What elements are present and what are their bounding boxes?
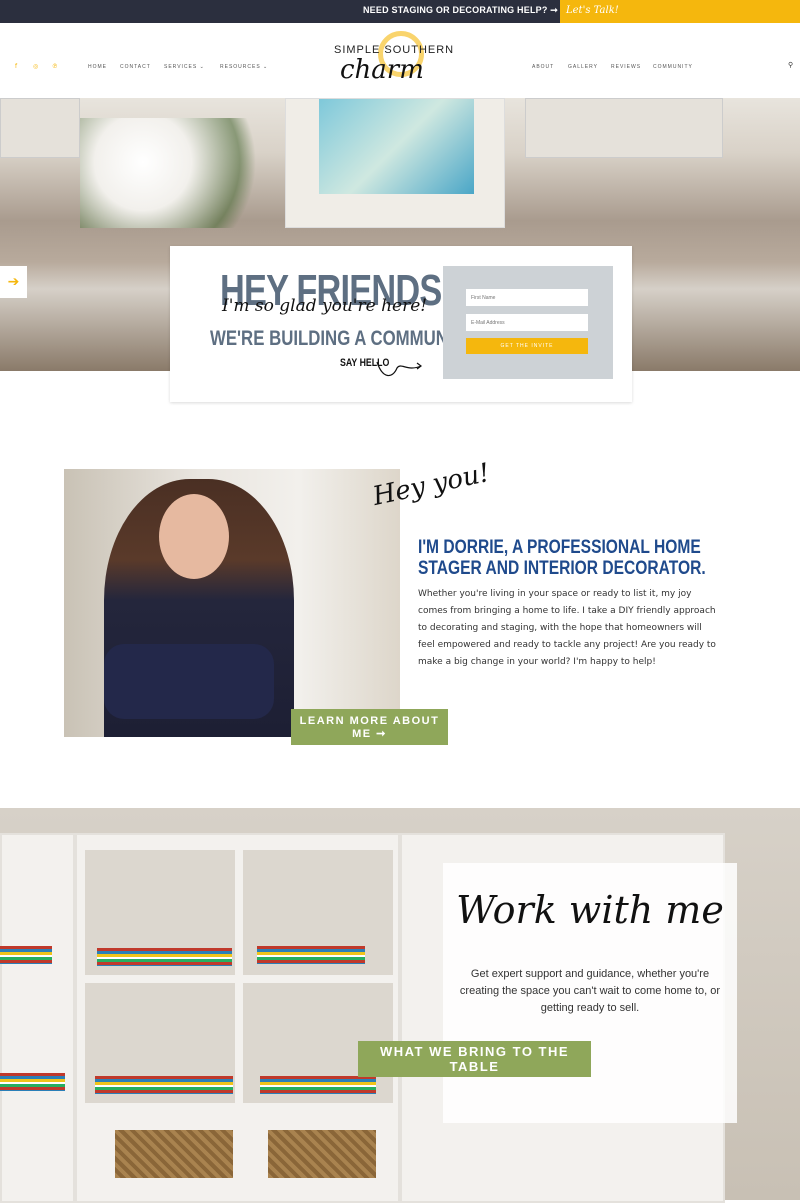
logo-script: charm	[340, 55, 424, 85]
nav-home[interactable]: HOME	[88, 64, 107, 70]
nav-resources[interactable]: RESOURCES ⌄	[220, 64, 268, 70]
kitchen-window	[285, 98, 505, 228]
books	[97, 948, 232, 966]
slider-next-arrow[interactable]: ➔	[0, 266, 27, 298]
site-logo[interactable]: SIMPLE SOUTHERN charm	[330, 31, 470, 93]
search-icon[interactable]: ⚲	[788, 61, 794, 69]
nav-reviews[interactable]: REVIEWS	[611, 64, 641, 70]
basket	[115, 1130, 233, 1178]
first-name-input[interactable]	[466, 289, 588, 306]
nav-gallery[interactable]: GALLERY	[568, 64, 598, 70]
shelf-unit	[0, 833, 75, 1203]
community-card: HEY FRIENDS I'm so glad you're here! WE'…	[170, 246, 632, 402]
card-subtitle: WE'RE BUILDING A COMMUNITY.	[210, 327, 477, 350]
about-title: I'M DORRIE, A PROFESSIONAL HOME STAGER A…	[418, 537, 706, 579]
nav-community[interactable]: COMMUNITY	[653, 64, 693, 70]
books	[95, 1076, 233, 1094]
work-title: Work with me	[456, 888, 724, 932]
books	[260, 1076, 376, 1094]
books	[0, 1073, 65, 1091]
slide-dot[interactable]	[788, 455, 794, 461]
nav-contact[interactable]: CONTACT	[120, 64, 151, 70]
nav-about[interactable]: ABOUT	[532, 64, 554, 70]
slide-dot[interactable]	[772, 455, 778, 461]
slide-dot[interactable]	[764, 455, 770, 461]
card-script: I'm so glad you're here!	[222, 296, 428, 316]
cabinet	[525, 98, 723, 158]
get-invite-button[interactable]: GET THE INVITE	[466, 338, 588, 354]
facebook-icon[interactable]: f	[15, 63, 17, 70]
slider-dots	[764, 455, 794, 461]
pinterest-icon[interactable]: ℗	[52, 63, 58, 70]
invite-form: GET THE INVITE	[443, 266, 613, 379]
hey-you-script: Hey you!	[370, 458, 493, 512]
flowers-image	[80, 118, 290, 228]
slide-dot[interactable]	[780, 455, 786, 461]
about-text: Whether you're living in your space or r…	[418, 589, 716, 667]
lets-talk-link[interactable]: Let's Talk!	[560, 0, 800, 23]
work-with-me-card: Work with me Get expert support and guid…	[443, 863, 737, 1123]
announcement-text[interactable]: NEED STAGING OR DECORATING HELP? ➞	[363, 5, 558, 16]
learn-more-button[interactable]: LEARN MORE ABOUT ME ➞	[291, 709, 448, 745]
cabinet	[0, 98, 80, 158]
email-input[interactable]	[466, 314, 588, 331]
site-header: f ◎ ℗ HOME CONTACT SERVICES ⌄ RESOURCES …	[0, 23, 800, 98]
dorrie-photo	[64, 469, 400, 737]
books	[0, 946, 52, 964]
squiggle-arrow-icon	[376, 361, 422, 377]
what-we-bring-button[interactable]: WHAT WE BRING TO THE TABLE	[358, 1041, 591, 1077]
work-text: Get expert support and guidance, whether…	[459, 968, 721, 1014]
top-announcement-bar: NEED STAGING OR DECORATING HELP? ➞ Let's…	[0, 0, 800, 23]
instagram-icon[interactable]: ◎	[33, 63, 38, 70]
basket	[268, 1130, 376, 1178]
books	[257, 946, 365, 964]
nav-services[interactable]: SERVICES ⌄	[164, 64, 205, 70]
